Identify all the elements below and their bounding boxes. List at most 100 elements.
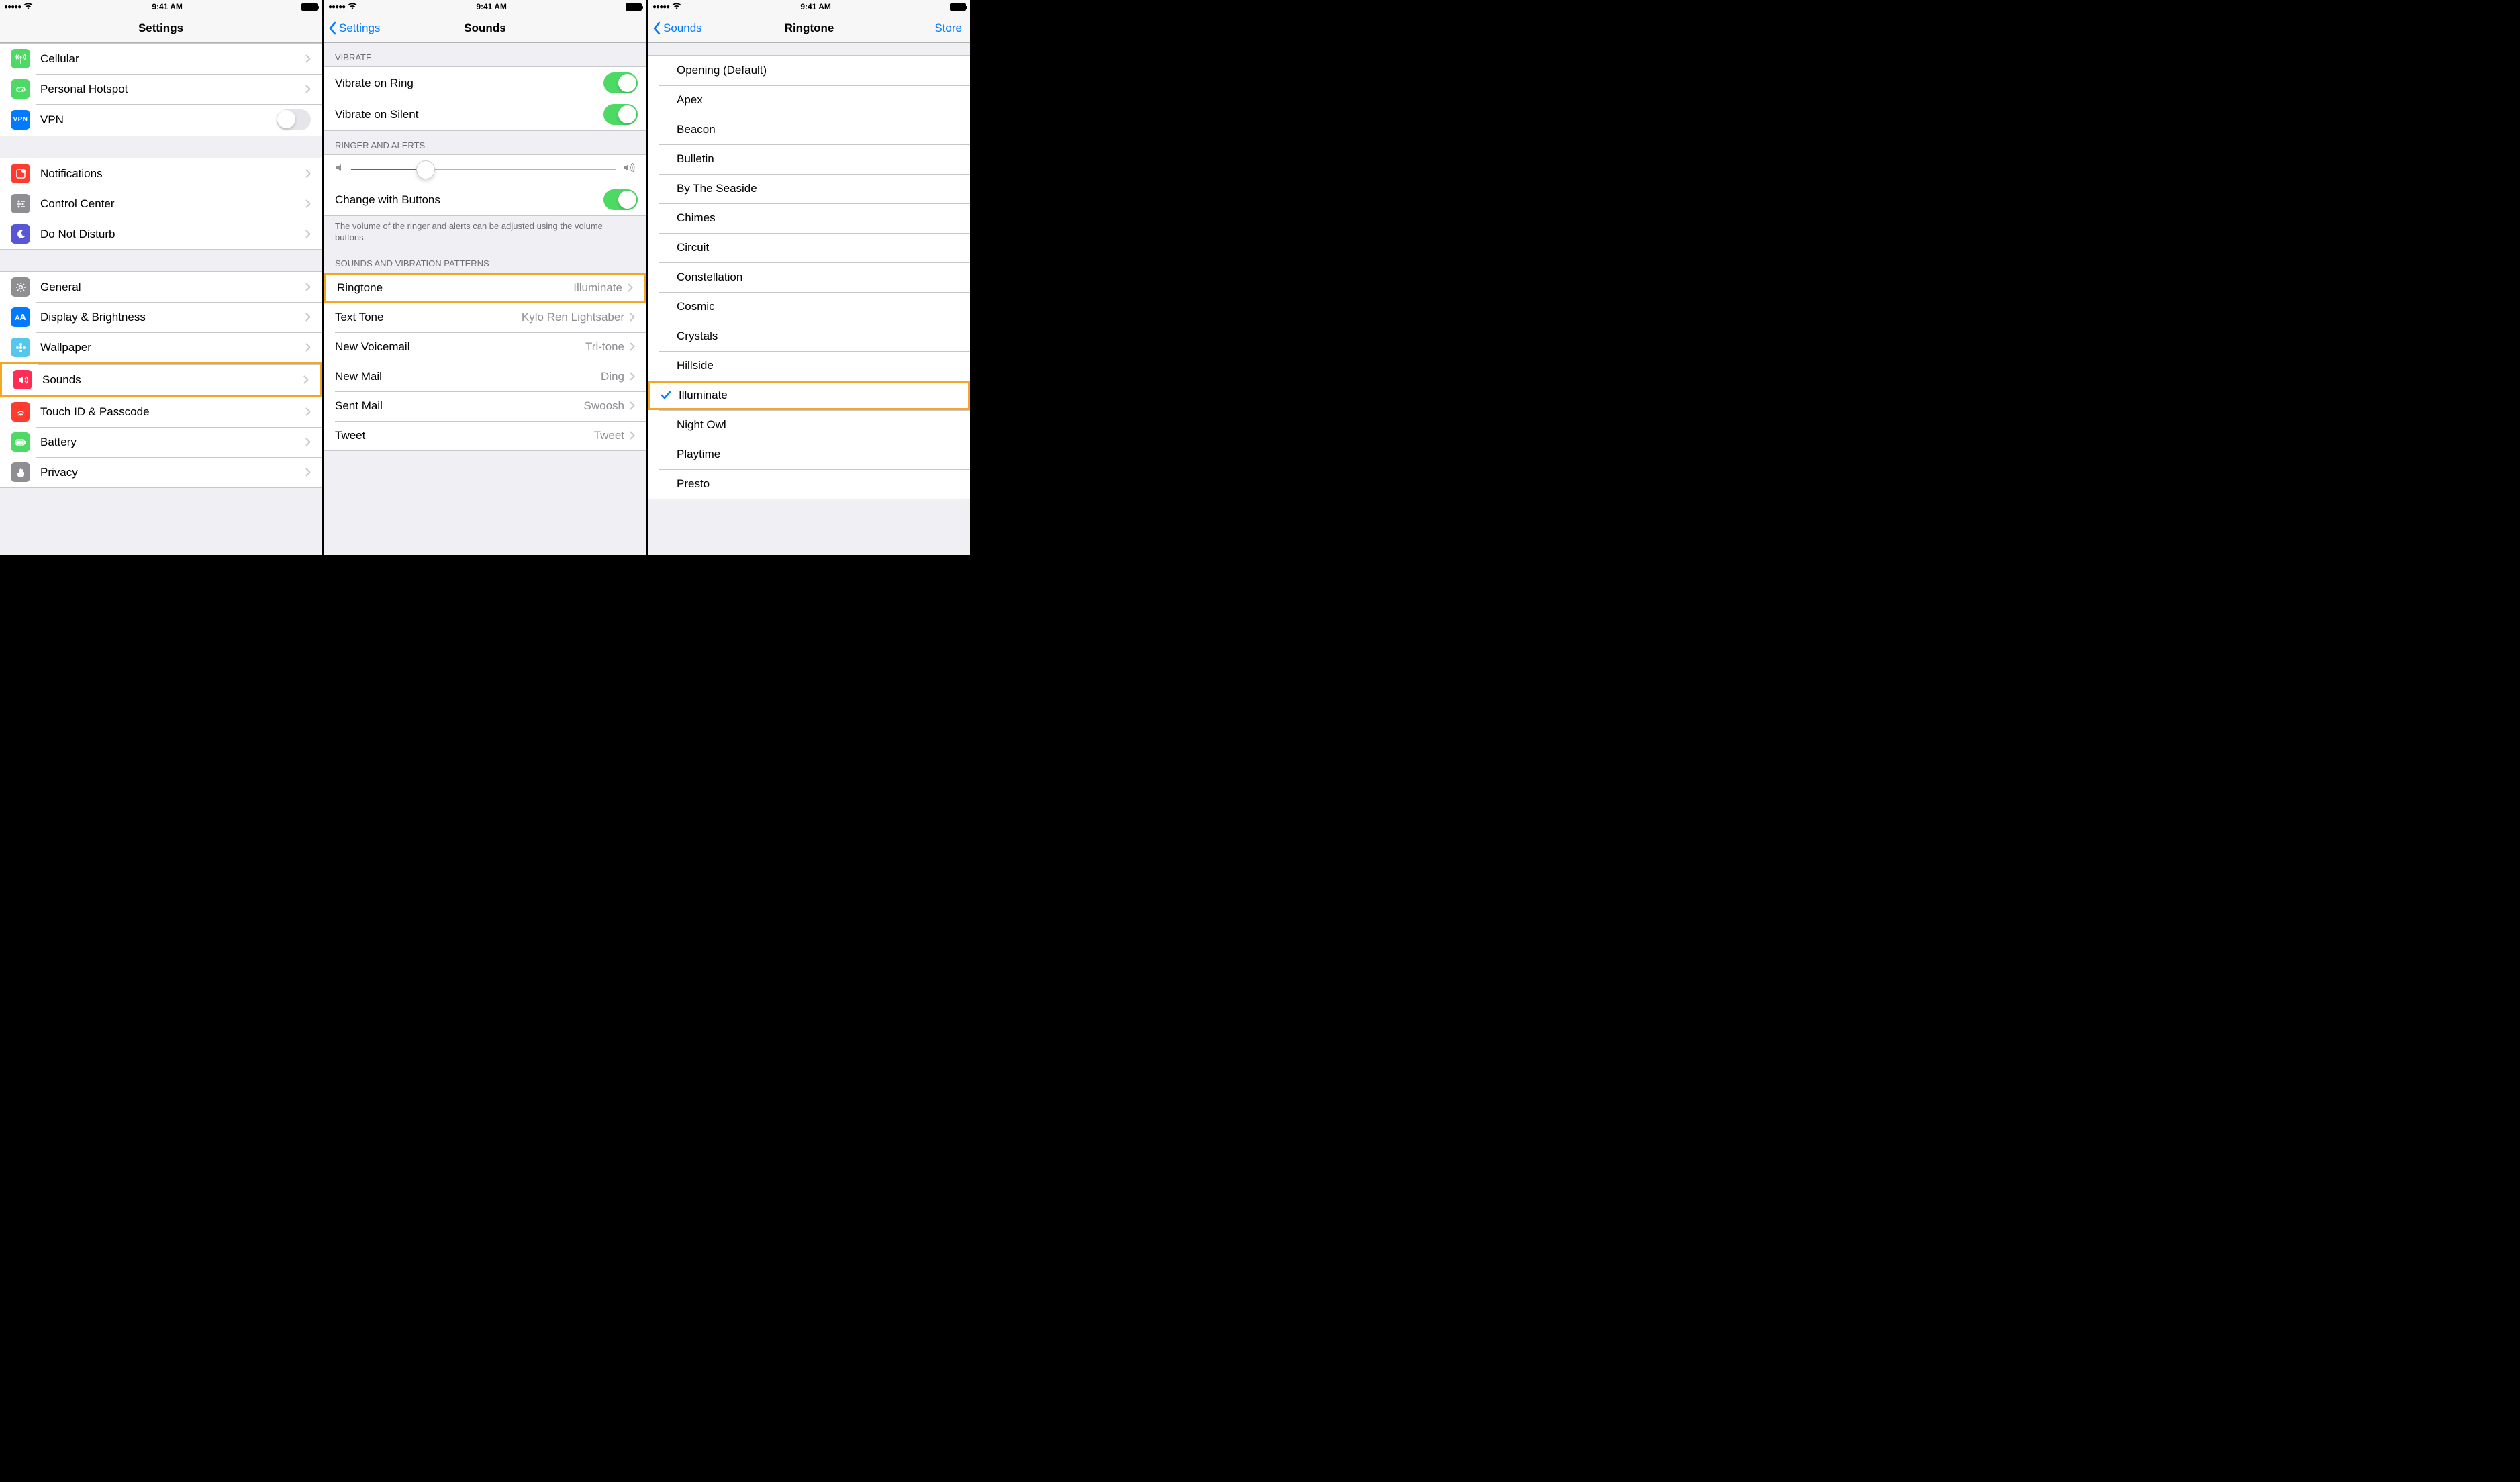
vpn-icon: VPN: [11, 110, 30, 130]
sound-row-sentmail[interactable]: Sent MailSwoosh: [324, 391, 646, 421]
chevron-right-icon: [628, 283, 633, 292]
ringtone-row[interactable]: Opening (Default): [648, 56, 970, 85]
back-label: Settings: [339, 21, 380, 35]
settings-row-control-center[interactable]: Control Center: [0, 189, 322, 219]
settings-row-battery[interactable]: Battery: [0, 427, 322, 457]
ringtone-row[interactable]: Apex: [648, 85, 970, 115]
moon-icon: [11, 224, 30, 244]
volume-low-icon: [335, 163, 344, 176]
ringtone-row[interactable]: By The Seaside: [648, 174, 970, 203]
cell-value: Tweet: [594, 429, 624, 442]
cell-value: Illuminate: [573, 281, 622, 295]
ringtone-label: Cosmic: [677, 300, 959, 313]
section-footer: The volume of the ringer and alerts can …: [324, 216, 646, 249]
chevron-right-icon: [305, 313, 311, 322]
settings-screen: ●●●●● 9:41 AM Settings Cellular Personal …: [0, 0, 324, 555]
nav-bar: Sounds Ringtone Store: [648, 13, 970, 43]
wifi-icon: [672, 2, 681, 11]
vibrate-silent-switch[interactable]: [603, 104, 638, 125]
section-header-vibrate: VIBRATE: [324, 43, 646, 66]
chevron-right-icon: [305, 343, 311, 352]
ringtone-label: By The Seaside: [677, 182, 959, 195]
finger-icon: [11, 402, 30, 422]
settings-row-wallpaper[interactable]: Wallpaper: [0, 332, 322, 362]
sound-row-newmail[interactable]: New MailDing: [324, 362, 646, 391]
volume-slider[interactable]: [351, 169, 616, 170]
settings-row-touchid[interactable]: Touch ID & Passcode: [0, 397, 322, 427]
nav-bar: Settings Sounds: [324, 13, 646, 43]
store-button[interactable]: Store: [934, 21, 962, 35]
wifi-icon: [348, 2, 357, 11]
sound-row-voicemail[interactable]: New VoicemailTri-tone: [324, 332, 646, 362]
battery-icon: [301, 3, 318, 11]
sound-row-ringtone[interactable]: RingtoneIlluminate: [324, 273, 646, 303]
settings-row-dnd[interactable]: Do Not Disturb: [0, 219, 322, 249]
cell-label: Sounds: [42, 373, 303, 387]
vibrate-on-ring-row[interactable]: Vibrate on Ring: [324, 67, 646, 99]
back-button[interactable]: Sounds: [652, 21, 702, 35]
section-header-ringer: RINGER AND ALERTS: [324, 131, 646, 154]
page-title: Sounds: [464, 21, 505, 35]
page-title: Ringtone: [785, 21, 834, 35]
settings-row-notifications[interactable]: Notifications: [0, 158, 322, 189]
settings-row-hotspot[interactable]: Personal Hotspot: [0, 74, 322, 104]
ringtone-row[interactable]: Crystals: [648, 322, 970, 351]
ringtone-label: Night Owl: [677, 418, 959, 432]
vpn-switch[interactable]: [277, 109, 311, 130]
ringtone-row[interactable]: Night Owl: [648, 410, 970, 440]
status-time: 9:41 AM: [152, 2, 183, 11]
ringtone-row[interactable]: Hillside: [648, 351, 970, 381]
signal-dots-icon: ●●●●●: [652, 3, 669, 11]
ringtone-label: Beacon: [677, 123, 959, 136]
back-button[interactable]: Settings: [328, 21, 380, 35]
battery-icon: [950, 3, 966, 11]
sound-row-texttone[interactable]: Text ToneKylo Ren Lightsaber: [324, 303, 646, 332]
signal-dots-icon: ●●●●●: [4, 3, 21, 11]
cell-value: Ding: [601, 370, 624, 383]
cell-label: Tweet: [335, 429, 594, 442]
settings-row-display[interactable]: AADisplay & Brightness: [0, 302, 322, 332]
chevron-right-icon: [303, 375, 309, 384]
ringtone-row[interactable]: Cosmic: [648, 292, 970, 322]
ringtone-row[interactable]: Beacon: [648, 115, 970, 144]
battery-icon: [626, 3, 642, 11]
ringtone-row[interactable]: Bulletin: [648, 144, 970, 174]
ringtone-row[interactable]: Chimes: [648, 203, 970, 233]
change-with-buttons-row[interactable]: Change with Buttons: [324, 184, 646, 215]
ringtone-label: Illuminate: [679, 389, 957, 402]
ringtone-label: Crystals: [677, 330, 959, 343]
ringtone-row[interactable]: Circuit: [648, 233, 970, 262]
cell-value: Swoosh: [584, 399, 624, 413]
cell-value: Tri-tone: [585, 340, 624, 354]
cell-label: Touch ID & Passcode: [40, 405, 305, 419]
ringtone-row[interactable]: Illuminate: [648, 381, 970, 410]
ringtone-row[interactable]: Presto: [648, 469, 970, 499]
chevron-right-icon: [305, 54, 311, 63]
ringtone-label: Opening (Default): [677, 64, 959, 77]
cell-label: New Mail: [335, 370, 601, 383]
cell-label: Wallpaper: [40, 341, 305, 354]
chevron-right-icon: [305, 230, 311, 238]
ringtone-row[interactable]: Constellation: [648, 262, 970, 292]
checkmark-icon: [656, 391, 676, 400]
page-title: Settings: [138, 21, 183, 35]
ringtone-row[interactable]: Playtime: [648, 440, 970, 469]
cell-label: Control Center: [40, 197, 305, 211]
nav-bar: Settings: [0, 13, 322, 43]
settings-row-sounds[interactable]: Sounds: [0, 362, 322, 397]
settings-row-privacy[interactable]: Privacy: [0, 457, 322, 487]
cell-label: Change with Buttons: [335, 193, 603, 207]
settings-row-cellular[interactable]: Cellular: [0, 44, 322, 74]
speaker-icon: [13, 370, 32, 389]
settings-row-vpn[interactable]: VPN VPN: [0, 104, 322, 136]
settings-row-general[interactable]: General: [0, 272, 322, 302]
change-buttons-switch[interactable]: [603, 189, 638, 210]
vibrate-ring-switch[interactable]: [603, 72, 638, 93]
hand-icon: [11, 462, 30, 482]
chevron-right-icon: [305, 407, 311, 416]
vibrate-on-silent-row[interactable]: Vibrate on Silent: [324, 99, 646, 130]
sound-row-tweet[interactable]: TweetTweet: [324, 421, 646, 450]
ringtone-label: Apex: [677, 93, 959, 107]
cell-label: Cellular: [40, 52, 305, 66]
cell-label: VPN: [40, 113, 277, 127]
